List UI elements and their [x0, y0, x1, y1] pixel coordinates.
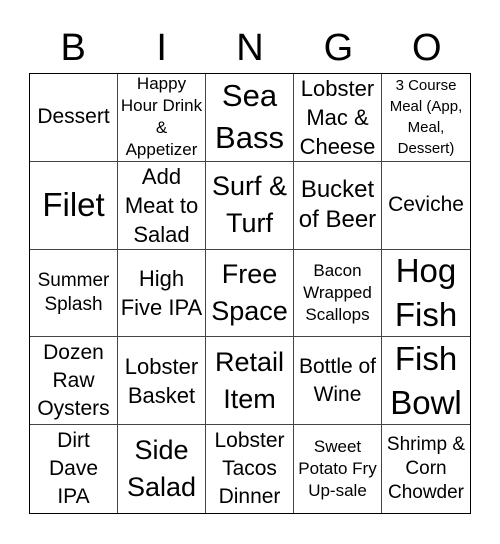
cell-label: Filet — [42, 186, 105, 224]
cell-label: Fish Bowl — [390, 339, 462, 421]
cell-label: Lobster Tacos Dinner — [214, 429, 285, 509]
bingo-cell[interactable]: Dirt Dave IPA — [30, 425, 118, 513]
cell-label: Bucket of Beer — [298, 176, 377, 234]
bingo-cell[interactable]: Lobster Tacos Dinner — [206, 425, 294, 513]
bingo-cell[interactable]: Dessert — [30, 74, 118, 162]
bingo-header: B I N G O — [29, 24, 471, 72]
bingo-cell[interactable]: 3 Course Meal (App, Meal, Dessert) — [382, 74, 470, 162]
cell-label: Free Space — [211, 258, 288, 326]
header-letter-i: I — [156, 27, 167, 69]
cell-label: Happy Hour Drink & Appetizer — [120, 74, 203, 160]
header-letter-g: G — [323, 27, 354, 69]
bingo-cell[interactable]: Add Meat to Salad — [118, 161, 206, 250]
header-letter-b: B — [60, 27, 86, 69]
bingo-cell[interactable]: Surf & Turf — [206, 161, 294, 250]
cell-label: Lobster Basket — [124, 353, 199, 408]
cell-label: Shrimp & Corn Chowder — [386, 434, 466, 504]
cell-label: Surf & Turf — [211, 171, 288, 239]
bingo-cell[interactable]: Ceviche — [382, 162, 470, 250]
bingo-cell[interactable]: Fish Bowl — [382, 337, 470, 426]
bingo-cell[interactable]: Happy Hour Drink & Appetizer — [118, 74, 206, 162]
cell-label: Summer Splash — [37, 269, 110, 315]
cell-label: Bottle of Wine — [298, 354, 377, 406]
bingo-cell[interactable]: Shrimp & Corn Chowder — [382, 425, 470, 513]
bingo-cell[interactable]: Lobster Mac & Cheese — [294, 74, 382, 162]
bingo-cell[interactable]: Sweet Potato Fry Up-sale — [294, 425, 382, 513]
cell-label: High Five IPA — [120, 265, 203, 320]
cell-label: Dirt Dave IPA — [48, 429, 99, 509]
bingo-cell[interactable]: Bottle of Wine — [294, 337, 382, 426]
bingo-cell[interactable]: Side Salad — [118, 425, 206, 513]
bingo-cell[interactable]: Hog Fish — [382, 250, 470, 338]
cell-label: Sweet Potato Fry Up-sale — [298, 437, 377, 501]
cell-label: Retail Item — [214, 346, 285, 414]
cell-label: Bacon Wrapped Scallops — [303, 260, 372, 324]
cell-label: Side Salad — [126, 435, 197, 503]
bingo-cell[interactable]: Filet — [30, 161, 118, 250]
bingo-cell[interactable]: Sea Bass — [206, 74, 294, 162]
cell-label: Hog Fish — [394, 252, 458, 333]
cell-label: Dessert — [37, 105, 110, 129]
cell-label: 3 Course Meal (App, Meal, Dessert) — [389, 77, 463, 158]
cell-label: Dozen Raw Oysters — [37, 340, 110, 420]
cell-label: Lobster Mac & Cheese — [299, 75, 376, 159]
bingo-cell[interactable]: Bacon Wrapped Scallops — [294, 249, 382, 338]
cell-label: Sea Bass — [215, 78, 284, 156]
bingo-cell[interactable]: High Five IPA — [118, 249, 206, 338]
bingo-cell[interactable]: Lobster Basket — [118, 337, 206, 426]
bingo-cell[interactable]: Dozen Raw Oysters — [30, 337, 118, 426]
bingo-cell[interactable]: Summer Splash — [30, 249, 118, 338]
header-letter-n: N — [236, 27, 264, 69]
header-letter-o: O — [412, 27, 442, 69]
cell-label: Add Meat to Salad — [124, 163, 199, 247]
bingo-grid: Dessert Happy Hour Drink & Appetizer Sea… — [29, 73, 471, 514]
bingo-cell[interactable]: Retail Item — [206, 337, 294, 426]
bingo-cell[interactable]: Bucket of Beer — [294, 161, 382, 250]
free-space-cell[interactable]: Free Space — [206, 249, 294, 338]
cell-label: Ceviche — [388, 193, 464, 217]
